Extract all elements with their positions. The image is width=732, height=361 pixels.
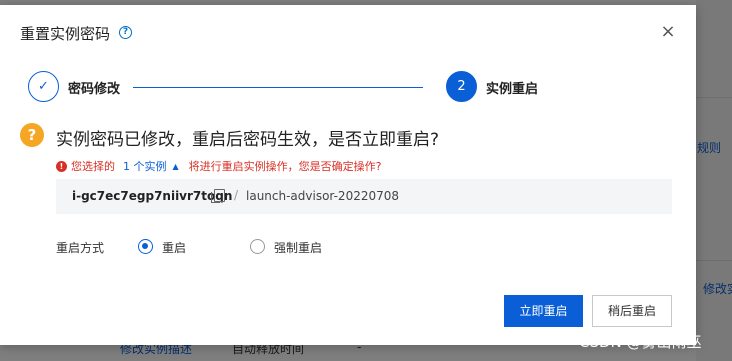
confirm-question: 实例密码已修改，重启后密码生效，是否立即重启?: [56, 130, 440, 150]
instance-name: launch-advisor-20220708: [246, 189, 400, 203]
dialog-title: 重置实例密码: [20, 25, 111, 43]
instance-separator: /: [234, 188, 239, 202]
caret-up-icon[interactable]: ▲: [173, 162, 179, 171]
help-icon[interactable]: ?: [119, 26, 132, 39]
watermark: CSDN @雾山雨巫: [579, 333, 702, 351]
step-2-label: 实例重启: [486, 82, 539, 97]
copy-icon[interactable]: [211, 189, 225, 203]
warning-icon: !: [56, 160, 67, 172]
step-2-number: 2: [446, 71, 477, 102]
restart-later-button[interactable]: 稍后重启: [592, 295, 672, 327]
question-icon: ?: [20, 123, 44, 147]
instance-list-item: i-gc7ec7egp7niivr7toqn / launch-advisor-…: [56, 179, 672, 214]
step-connector: [133, 87, 423, 88]
instance-count-link[interactable]: 1 个实例: [123, 158, 167, 174]
warning-row: ! 您选择的 1 个实例 ▲ 将进行重启实例操作，您是否确定操作?: [56, 158, 382, 174]
restart-now-button[interactable]: 立即重启: [504, 295, 583, 327]
instance-id: i-gc7ec7egp7niivr7toqn: [72, 189, 233, 203]
restart-mode-label: 重启方式: [56, 241, 105, 255]
force-restart-radio-label[interactable]: 强制重启: [274, 239, 322, 256]
step-1-check-icon: ✓: [28, 71, 59, 102]
force-restart-radio[interactable]: [250, 239, 265, 254]
warning-suffix: 将进行重启实例操作，您是否确定操作?: [188, 160, 382, 173]
restart-radio[interactable]: [138, 239, 153, 254]
restart-radio-label[interactable]: 重启: [162, 239, 186, 256]
close-icon[interactable]: ×: [658, 22, 678, 42]
warning-prefix: 您选择的: [71, 160, 115, 173]
step-1-label: 密码修改: [68, 82, 121, 97]
reset-password-dialog: 重置实例密码 ? × ✓ 密码修改 2 实例重启 ? 实例密码已修改，重启后密码…: [0, 5, 696, 345]
